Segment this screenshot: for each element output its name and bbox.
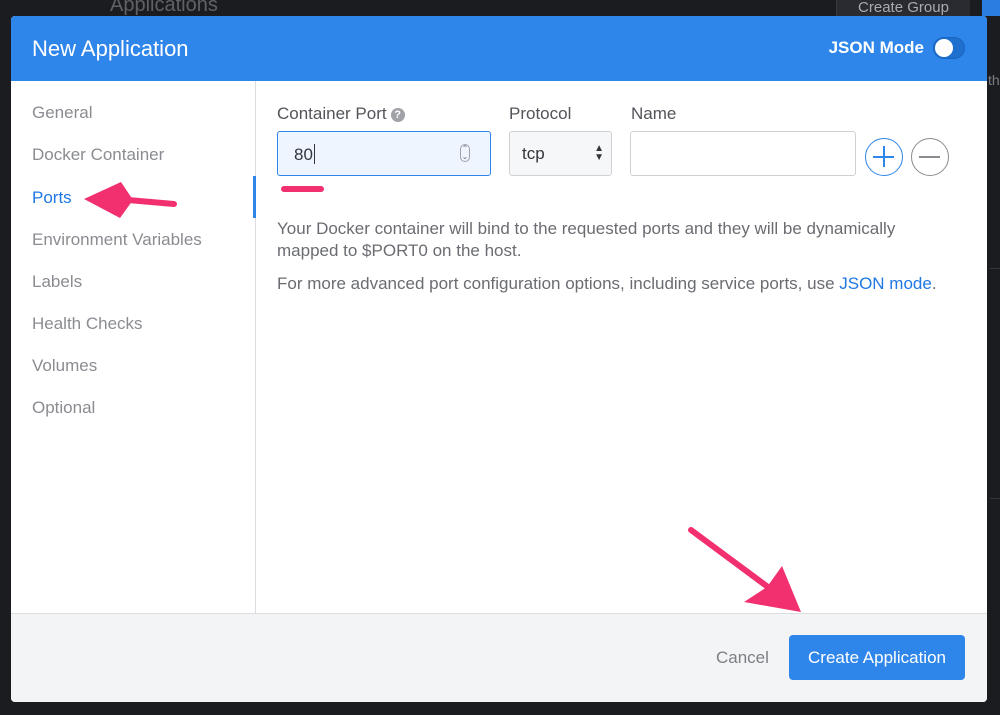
sidebar-item-docker-container[interactable]: Docker Container — [32, 145, 164, 165]
sidebar-item-environment-variables[interactable]: Environment Variables — [32, 230, 202, 250]
protocol-select[interactable]: tcp ▲ ▼ — [509, 131, 612, 176]
sidebar-item-ports[interactable]: Ports — [32, 188, 72, 208]
help-icon[interactable]: ? — [390, 108, 405, 122]
new-application-modal: New Application JSON Mode General Docker… — [11, 16, 987, 702]
select-arrows-icon: ▲ ▼ — [594, 143, 604, 163]
ports-description: Your Docker container will bind to the r… — [277, 219, 896, 260]
name-label: Name — [631, 104, 677, 123]
spinner-icon[interactable]: ⌃ ⌄ — [460, 144, 470, 162]
minus-stroke — [919, 156, 940, 158]
background-divider — [990, 498, 1000, 499]
port-name-input[interactable] — [630, 131, 856, 176]
container-port-label-text: Container Port — [277, 104, 387, 123]
toggle-knob — [935, 39, 953, 57]
background-primary-button-sliver[interactable] — [982, 0, 1000, 16]
sidebar-item-health-checks[interactable]: Health Checks — [32, 314, 143, 334]
json-mode-label: JSON Mode — [828, 38, 924, 57]
modal-header: New Application JSON Mode — [11, 16, 987, 81]
container-port-input[interactable]: 80 ⌃ ⌄ — [277, 131, 491, 176]
advanced-note-period: . — [931, 274, 937, 293]
advanced-note-text: For more advanced port configuration opt… — [277, 274, 840, 293]
container-port-label: Container Port? — [277, 104, 405, 124]
sidebar-item-optional[interactable]: Optional — [32, 398, 95, 418]
sidebar-item-general[interactable]: General — [32, 103, 92, 123]
sidebar-item-labels[interactable]: Labels — [32, 272, 82, 292]
plus-circle-icon[interactable] — [865, 138, 903, 176]
ports-advanced-note: For more advanced port configuration opt… — [277, 273, 977, 295]
sidebar-item-volumes[interactable]: Volumes — [32, 356, 97, 376]
plus-vertical-stroke — [883, 146, 885, 167]
background-page-title: Applications — [110, 0, 218, 16]
protocol-label: Protocol — [509, 104, 572, 123]
json-mode-toggle[interactable] — [933, 37, 965, 59]
protocol-value: tcp — [522, 144, 545, 163]
annotation-underline — [281, 186, 324, 192]
json-mode-link[interactable]: JSON mode — [839, 274, 932, 293]
cancel-button[interactable]: Cancel — [716, 648, 769, 668]
minus-circle-icon[interactable] — [911, 138, 949, 176]
modal-title: New Application — [32, 36, 189, 61]
background-create-group-button[interactable]: Create Group — [836, 0, 970, 16]
sidebar: General Docker Container Ports Environme… — [11, 81, 256, 613]
background-divider — [990, 268, 1000, 269]
create-application-button[interactable]: Create Application — [789, 635, 965, 680]
sidebar-active-indicator — [253, 176, 256, 218]
modal-footer: Cancel Create Application — [11, 613, 987, 702]
text-caret — [313, 144, 315, 164]
background-text-fragment: th — [988, 72, 1000, 88]
container-port-value: 80 — [294, 145, 313, 164]
